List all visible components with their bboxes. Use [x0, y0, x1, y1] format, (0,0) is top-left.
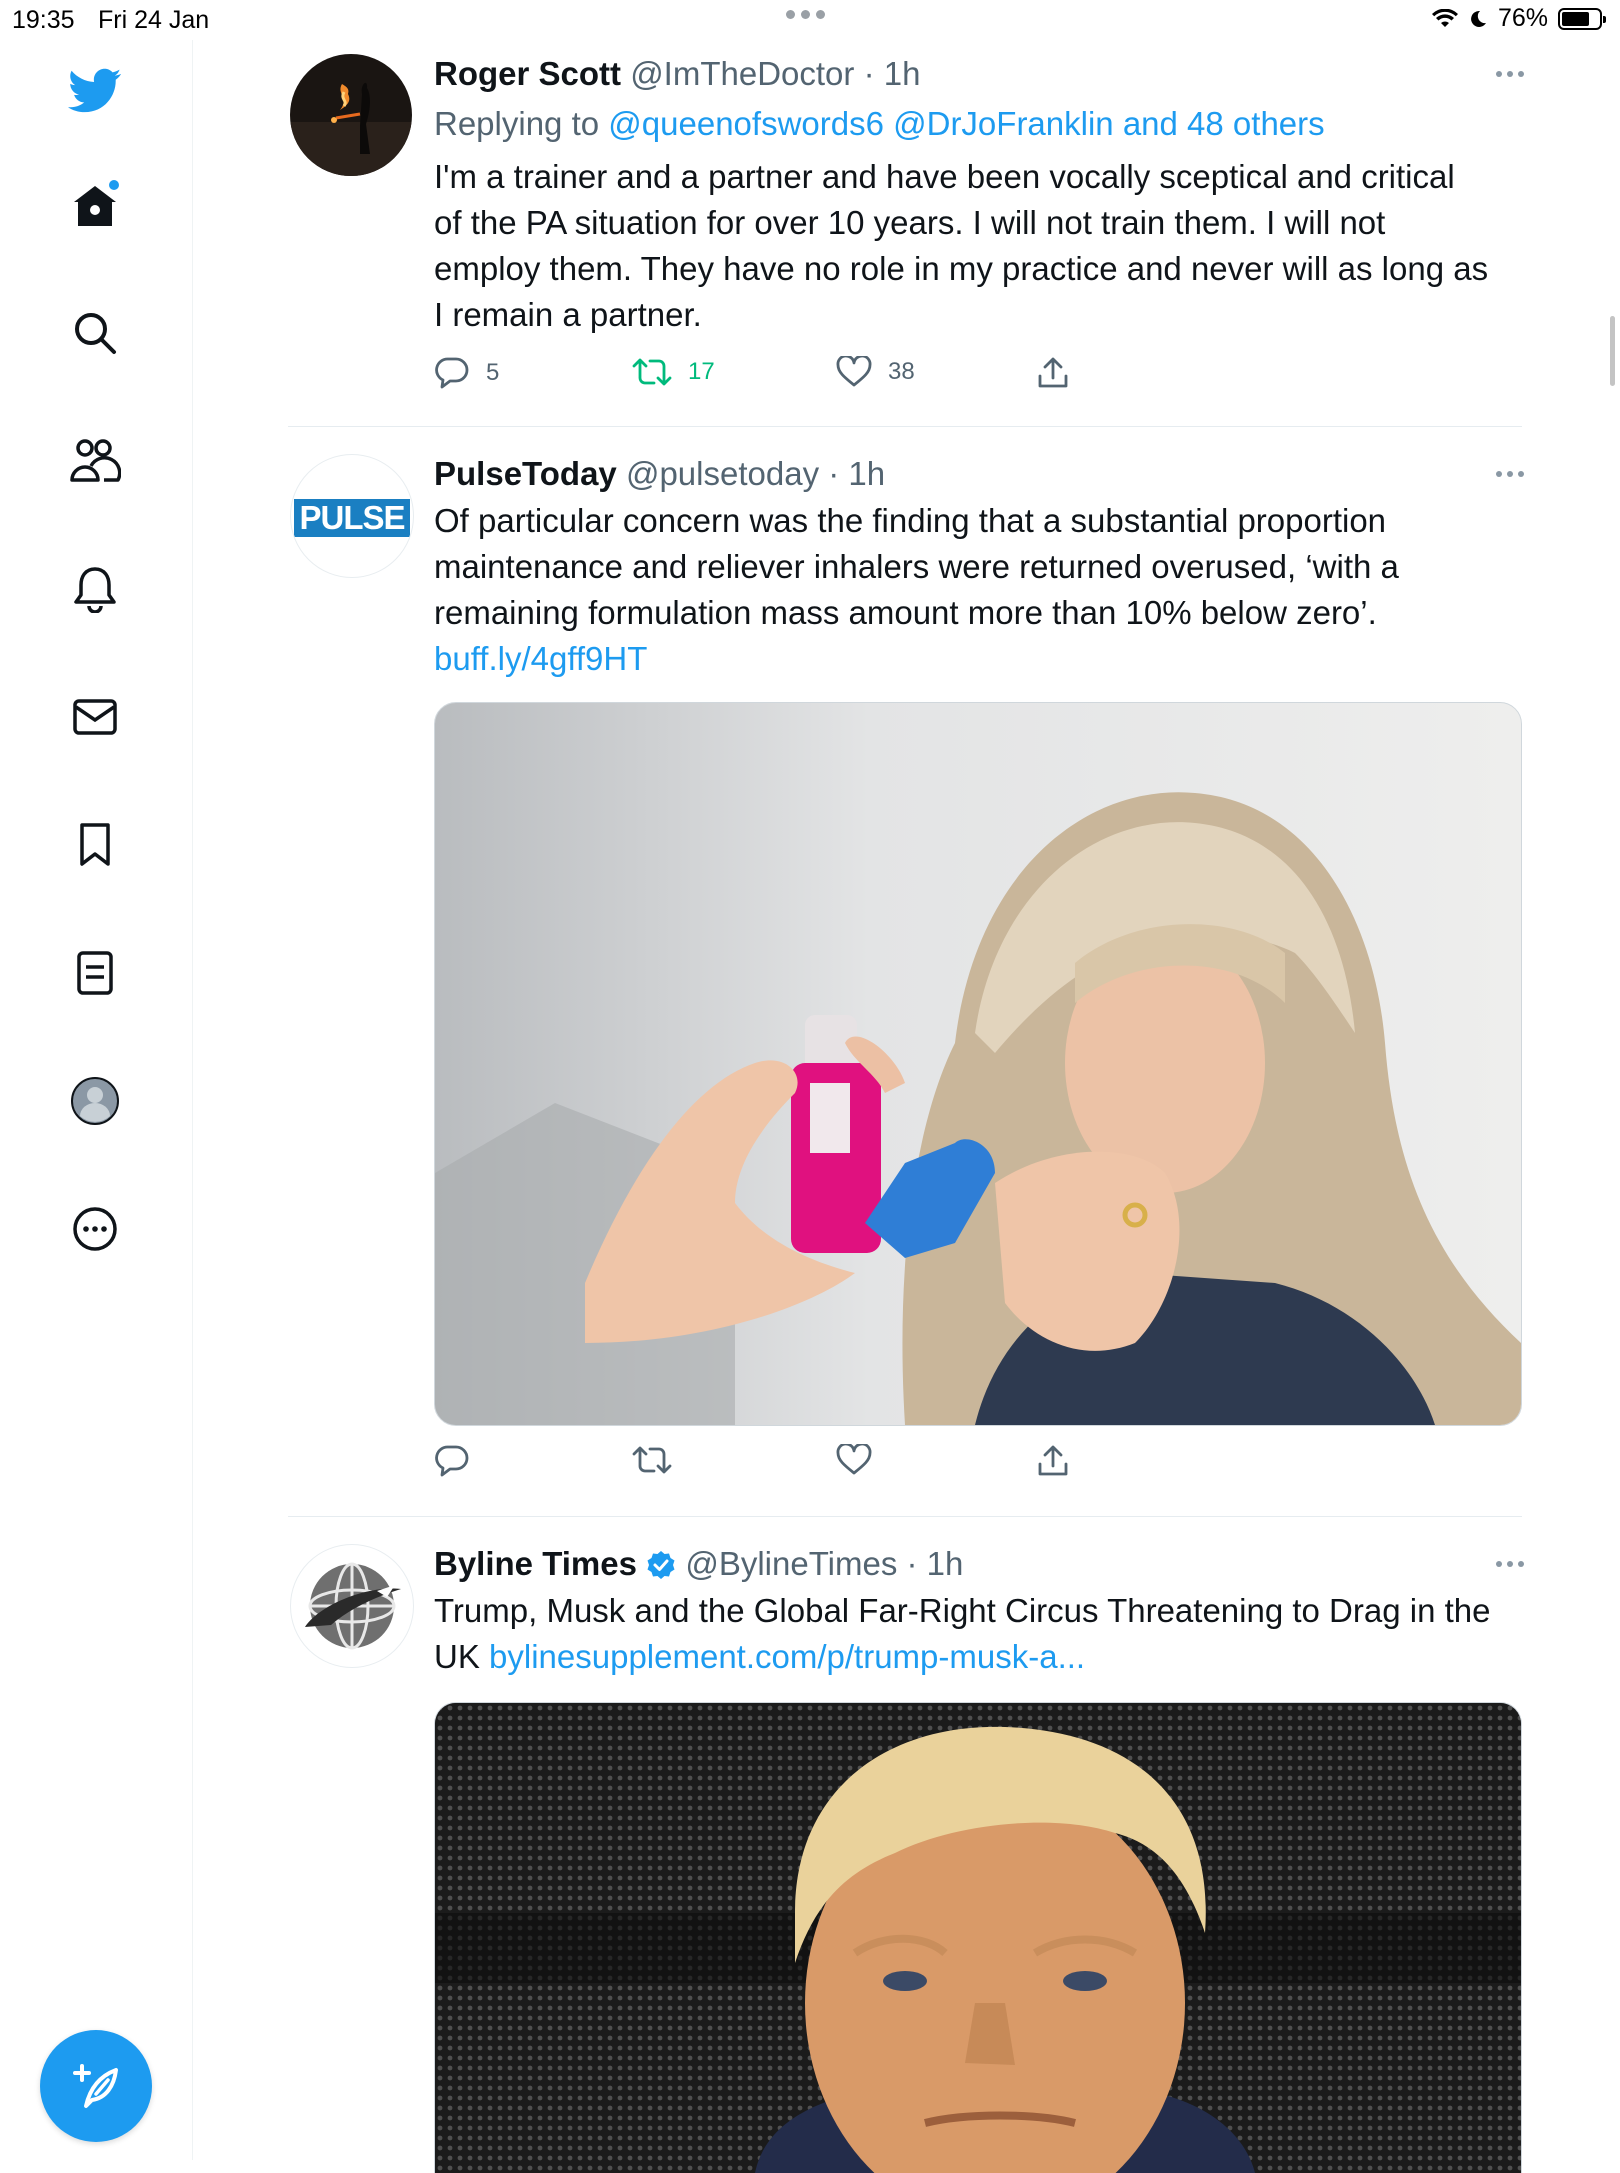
retweet-button[interactable]: [632, 1444, 672, 1476]
tweet-text-line: maintenance and reliever inhalers were r…: [434, 548, 1399, 585]
like-count: 38: [888, 358, 915, 385]
tweet-actions: [434, 1444, 1134, 1484]
heart-icon: [836, 356, 872, 387]
avatar[interactable]: PULSE: [290, 454, 414, 578]
status-date: Fri 24 Jan: [98, 6, 210, 34]
search-icon[interactable]: [66, 304, 124, 362]
tweet-text: Trump, Musk and the Global Far-Right Cir…: [434, 1588, 1524, 1680]
avatar[interactable]: [290, 54, 412, 176]
more-options-icon[interactable]: [66, 1200, 124, 1258]
messages-envelope-icon[interactable]: [66, 688, 124, 746]
tweet-text-line: employ them. They have no role in my pra…: [434, 250, 1489, 287]
tweet-text-line: I remain a partner.: [434, 296, 702, 333]
like-button[interactable]: [836, 1444, 872, 1476]
lists-icon[interactable]: [66, 944, 124, 1002]
tweet-header: PulseToday @pulsetoday · 1h: [434, 454, 1524, 494]
retweet-icon: [632, 358, 672, 386]
tweet-image-trump[interactable]: [434, 1702, 1522, 2173]
more-icon[interactable]: [1484, 1554, 1524, 1574]
tweet-link[interactable]: bylinesupplement.com/p/trump-musk-a...: [489, 1638, 1085, 1675]
separator-dot: ·: [897, 1545, 927, 1582]
tweet-time[interactable]: 1h: [884, 55, 921, 92]
separator-dot: ·: [854, 55, 884, 92]
status-time: 19:35: [12, 6, 75, 34]
reply-icon: [435, 357, 469, 389]
status-right: 76%: [1431, 4, 1606, 33]
tweet-text: Of particular concern was the finding th…: [434, 498, 1524, 682]
author-handle[interactable]: @ImTheDoctor: [630, 55, 854, 92]
tweet-byline-times[interactable]: Byline Times @BylineTimes · 1h Trump, Mu…: [288, 1544, 1524, 2173]
reply-button[interactable]: [434, 1444, 470, 1478]
verified-badge-icon: [647, 1551, 675, 1579]
pulse-logo: PULSE: [294, 499, 410, 537]
sidebar: [0, 40, 193, 2160]
avatar[interactable]: [290, 1544, 414, 1668]
tweet-divider: [288, 426, 1522, 427]
tweet-image-inhaler[interactable]: [434, 702, 1522, 1426]
tweet-text-line: UK bylinesupplement.com/p/trump-musk-a..…: [434, 1634, 1524, 1680]
tweet-time[interactable]: 1h: [927, 1545, 964, 1582]
profile-avatar-icon[interactable]: [66, 1072, 124, 1130]
tweet-text-line: remaining formulation mass amount more t…: [434, 594, 1377, 631]
replying-to: Replying to @queenofswords6 @DrJoFrankli…: [434, 104, 1524, 144]
scrollbar-thumb[interactable]: [1610, 316, 1615, 386]
tweet-text-word: UK: [434, 1638, 480, 1675]
author-handle[interactable]: @pulsetoday: [626, 455, 819, 492]
tweet-link[interactable]: buff.ly/4gff9HT: [434, 636, 1524, 682]
home-icon[interactable]: [66, 176, 124, 234]
status-bar: 19:35 Fri 24 Jan 76%: [0, 0, 1620, 40]
more-icon[interactable]: [1484, 64, 1524, 84]
author-handle[interactable]: @BylineTimes: [685, 1545, 897, 1582]
twitter-bird-icon[interactable]: [66, 62, 124, 120]
bookmarks-icon[interactable]: [66, 816, 124, 874]
author-name[interactable]: Byline Times: [434, 1545, 637, 1582]
compose-tweet-button[interactable]: [40, 2030, 152, 2142]
heart-icon: [836, 1444, 872, 1475]
tweet-pulsetoday[interactable]: PULSE PulseToday @pulsetoday · 1h Of par…: [288, 454, 1524, 1508]
tweet-time[interactable]: 1h: [848, 455, 885, 492]
wifi-icon: [1431, 8, 1458, 27]
share-button[interactable]: [1036, 356, 1070, 390]
more-icon[interactable]: [1484, 464, 1524, 484]
author-name[interactable]: PulseToday: [434, 455, 617, 492]
communities-icon[interactable]: [66, 432, 124, 490]
notifications-bell-icon[interactable]: [66, 560, 124, 618]
multitasking-dots[interactable]: [786, 10, 825, 19]
tweet-text: I'm a trainer and a partner and have bee…: [434, 154, 1524, 338]
share-icon: [1038, 357, 1068, 388]
like-button[interactable]: 38: [836, 356, 915, 388]
moon-icon: [1471, 10, 1486, 27]
tweet-divider: [288, 1516, 1522, 1517]
tweet-actions: 5 17 38: [434, 356, 1134, 396]
separator-dot: ·: [819, 455, 849, 492]
tweet-content: Roger Scott @ImTheDoctor · 1h Replying t…: [434, 54, 1524, 338]
tweet-text-line: Of particular concern was the finding th…: [434, 502, 1387, 539]
share-icon: [1038, 1445, 1068, 1476]
retweet-icon: [632, 1446, 672, 1474]
battery-percent: 76%: [1497, 4, 1548, 32]
reply-button[interactable]: 5: [434, 356, 499, 390]
replying-to-prefix: Replying to: [434, 105, 600, 142]
reply-count: 5: [486, 359, 500, 386]
tweet-text-line: of the PA situation for over 10 years. I…: [434, 204, 1386, 241]
retweet-button[interactable]: 17: [632, 356, 715, 388]
tweet-roger-scott[interactable]: Roger Scott @ImTheDoctor · 1h Replying t…: [288, 54, 1524, 396]
reply-icon: [435, 1445, 469, 1477]
tweet-header: Roger Scott @ImTheDoctor · 1h: [434, 54, 1524, 94]
share-button[interactable]: [1036, 1444, 1070, 1478]
tweet-text-line: I'm a trainer and a partner and have bee…: [434, 158, 1455, 195]
battery-icon: [1558, 7, 1606, 30]
compose-tweet-icon: [73, 2064, 118, 2108]
tweet-header: Byline Times @BylineTimes · 1h: [434, 1544, 1524, 1584]
tweet-content: PulseToday @pulsetoday · 1h Of particula…: [434, 454, 1524, 682]
replying-to-users[interactable]: @queenofswords6 @DrJoFranklin and 48 oth…: [608, 105, 1324, 142]
tweet-content: Byline Times @BylineTimes · 1h Trump, Mu…: [434, 1544, 1524, 1680]
tweet-text-line: Trump, Musk and the Global Far-Right Cir…: [434, 1592, 1491, 1629]
author-name[interactable]: Roger Scott: [434, 55, 621, 92]
retweet-count: 17: [688, 358, 715, 385]
